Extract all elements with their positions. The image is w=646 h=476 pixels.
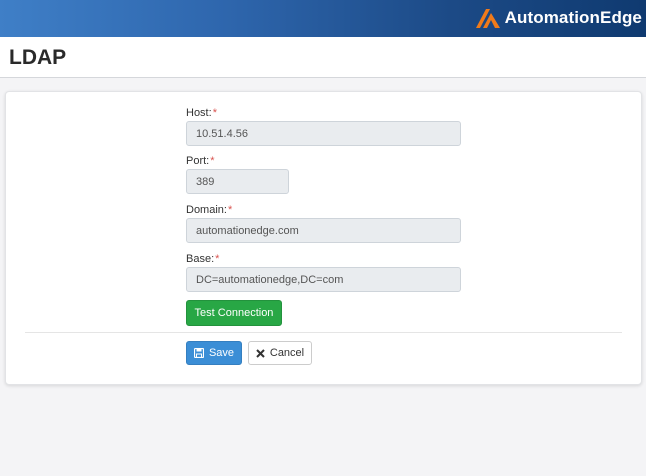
top-header-bar: AutomationEdge — [0, 0, 646, 37]
port-label-text: Port: — [186, 155, 210, 167]
page-title-bar: LDAP — [0, 37, 646, 78]
domain-value: automationedge.com — [196, 224, 299, 237]
base-value: DC=automationedge,DC=com — [196, 273, 344, 286]
port-label: Port:* — [186, 155, 215, 167]
host-input[interactable]: 10.51.4.56 — [186, 121, 461, 146]
automationedge-logo-icon — [474, 7, 502, 29]
host-value: 10.51.4.56 — [196, 127, 248, 140]
test-connection-button[interactable]: Test Connection — [186, 300, 282, 326]
save-button[interactable]: Save — [186, 341, 242, 365]
domain-label: Domain:* — [186, 204, 232, 216]
test-connection-label: Test Connection — [194, 307, 274, 319]
port-required-mark: * — [210, 155, 215, 167]
domain-input[interactable]: automationedge.com — [186, 218, 461, 243]
cancel-label: Cancel — [269, 347, 305, 359]
cancel-button[interactable]: Cancel — [248, 341, 312, 365]
base-input[interactable]: DC=automationedge,DC=com — [186, 267, 461, 292]
base-label-text: Base: — [186, 253, 215, 265]
base-required-mark: * — [215, 253, 220, 265]
form-divider — [25, 332, 622, 333]
port-value: 389 — [196, 175, 215, 188]
brand-logo[interactable]: AutomationEdge — [474, 6, 642, 30]
host-label-text: Host: — [186, 107, 212, 119]
port-input[interactable]: 389 — [186, 169, 289, 194]
host-required-mark: * — [212, 107, 217, 119]
floppy-disk-icon — [193, 348, 204, 358]
close-x-icon — [256, 348, 265, 358]
domain-required-mark: * — [227, 204, 233, 216]
page-title: LDAP — [9, 46, 67, 69]
save-label: Save — [208, 347, 235, 359]
brand-name: AutomationEdge — [504, 8, 642, 27]
domain-label-text: Domain: — [186, 204, 227, 216]
base-label: Base:* — [186, 253, 219, 265]
host-label: Host:* — [186, 107, 217, 119]
